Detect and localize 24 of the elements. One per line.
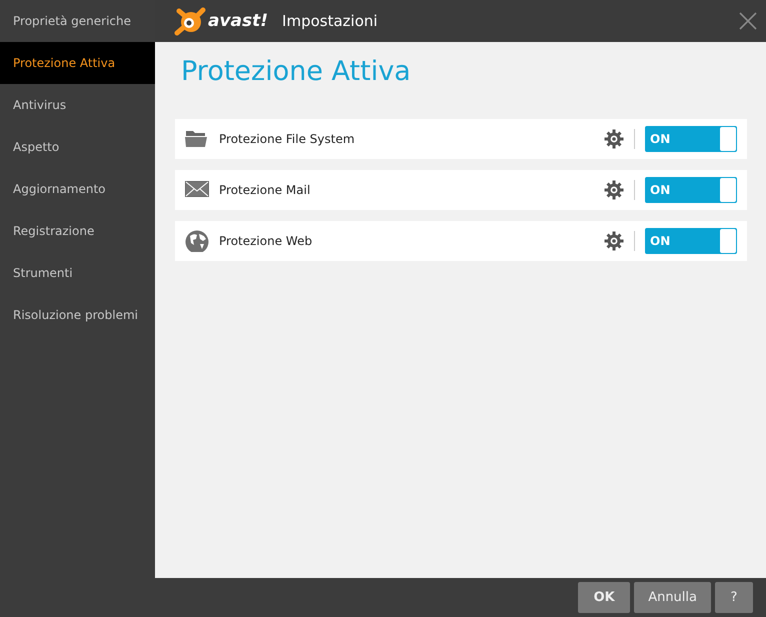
sidebar-item[interactable]: Protezione Attiva xyxy=(0,42,155,84)
sidebar-item[interactable]: Aggiornamento xyxy=(0,168,155,210)
page-heading: Protezione Attiva xyxy=(181,56,412,87)
shield-label: Protezione Web xyxy=(219,234,314,248)
window-title: Impostazioni xyxy=(282,12,378,30)
sidebar-item[interactable]: Antivirus xyxy=(0,84,155,126)
settings-icon[interactable] xyxy=(604,129,624,149)
folder-icon xyxy=(185,128,209,150)
cancel-button[interactable]: Annulla xyxy=(634,582,711,613)
globe-icon xyxy=(185,230,209,252)
sidebar-item[interactable]: Registrazione xyxy=(0,210,155,252)
sidebar-item[interactable]: Aspetto xyxy=(0,126,155,168)
sidebar-item[interactable]: Risoluzione problemi xyxy=(0,294,155,336)
settings-icon[interactable] xyxy=(604,231,624,251)
shield-label: Protezione File System xyxy=(219,132,356,146)
sidebar-item[interactable]: Strumenti xyxy=(0,252,155,294)
close-icon xyxy=(738,11,758,31)
logo-text: avast! xyxy=(208,11,268,31)
sidebar-item[interactable]: Proprietà generiche xyxy=(0,0,155,42)
help-button[interactable]: ? xyxy=(715,582,753,613)
ok-button[interactable]: OK xyxy=(578,582,630,613)
logo-icon xyxy=(173,5,207,37)
settings-icon[interactable] xyxy=(604,180,624,200)
shield-label: Protezione Mail xyxy=(219,183,312,197)
